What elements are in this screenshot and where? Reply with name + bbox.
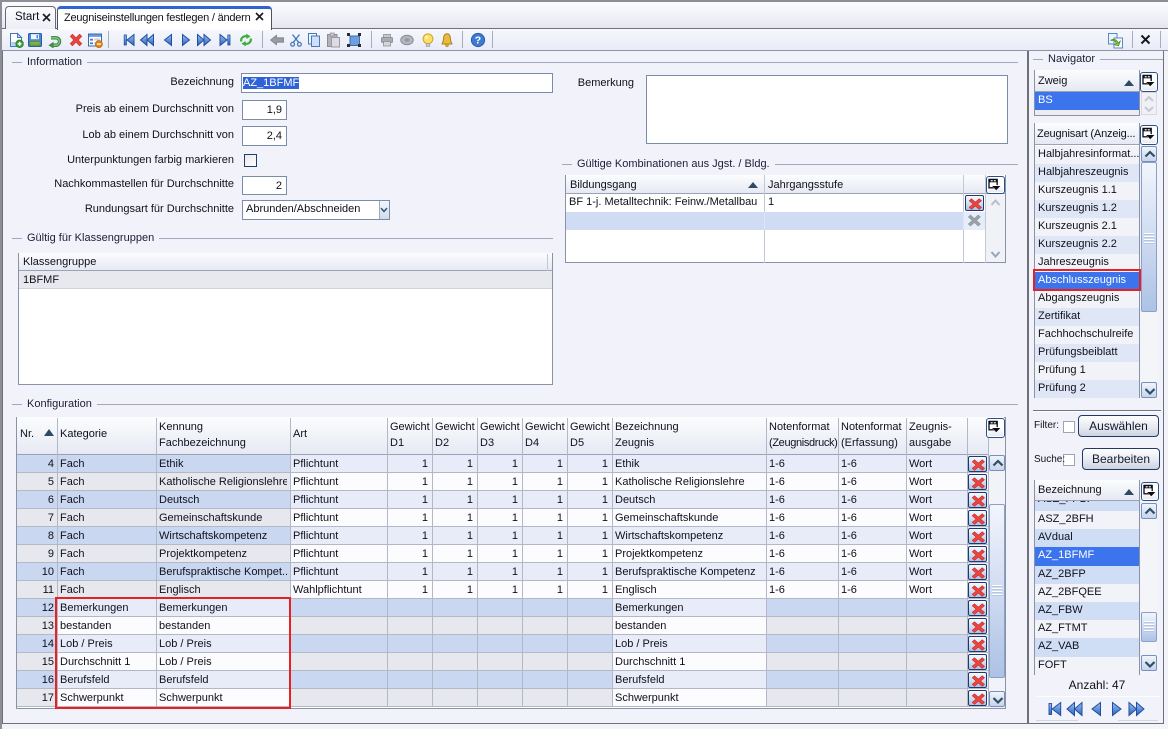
- svg-text:?: ?: [475, 35, 481, 47]
